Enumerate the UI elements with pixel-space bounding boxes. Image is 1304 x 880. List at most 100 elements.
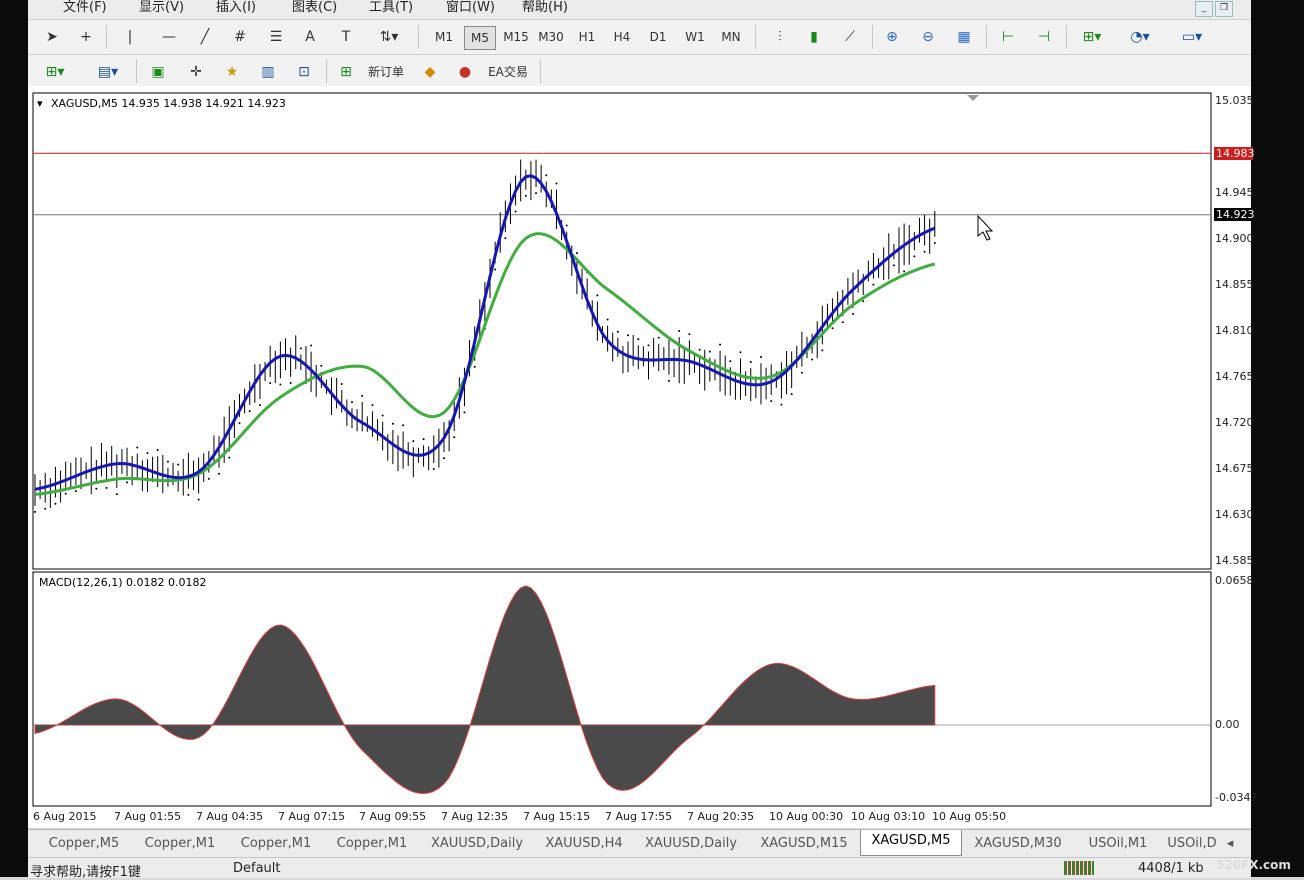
tab-xagusd-m5[interactable]: XAGUSD,M5: [860, 830, 962, 856]
chart-header-arrow-icon[interactable]: ▾: [37, 97, 43, 110]
sar-dot: [749, 360, 752, 363]
x-tick: 7 Aug 07:15: [278, 810, 346, 823]
sar-dot: [218, 472, 221, 475]
sar-dot: [841, 321, 844, 324]
x-tick: 10 Aug 03:10: [851, 810, 926, 823]
sar-dot: [545, 174, 548, 177]
x-tick: 10 Aug 00:30: [769, 810, 844, 823]
x-tick: 7 Aug 12:35: [441, 810, 509, 823]
tab-scroll-left-icon[interactable]: ◂: [1224, 833, 1236, 855]
y-tick: 14.765: [1215, 370, 1254, 383]
sar-dot: [729, 360, 732, 363]
tab-xauusd-h4[interactable]: XAUUSD,H4: [534, 833, 634, 855]
sar-dot: [565, 224, 568, 227]
x-tick: 7 Aug 20:35: [687, 810, 755, 823]
sar-dot: [933, 241, 936, 244]
sar-dot: [187, 493, 190, 496]
sar-dot: [136, 446, 139, 449]
sar-dot: [678, 330, 681, 333]
sar-dot: [156, 448, 159, 451]
sar-dot: [443, 457, 445, 460]
tab-copper-m5[interactable]: Copper,M5: [36, 833, 132, 855]
sar-dot: [44, 507, 47, 510]
sar-dot: [800, 371, 803, 374]
sar-dot: [422, 438, 425, 441]
x-tick: 6 Aug 2015: [33, 810, 97, 823]
sar-dot: [596, 294, 599, 297]
connection-status-icon: [1064, 861, 1094, 875]
sar-dot: [811, 358, 814, 361]
sar-dot: [504, 237, 507, 240]
macd-y-tick: 0.00: [1215, 718, 1240, 731]
tab-usoil-m1[interactable]: USOil,M1: [1074, 833, 1162, 855]
sar-dot: [381, 414, 384, 417]
x-tick: 7 Aug 01:55: [114, 810, 182, 823]
macd-y-tick: 0.0658: [1215, 574, 1254, 587]
sar-dot: [667, 379, 670, 382]
tab-xauusd-daily[interactable]: XAUUSD,Daily: [420, 833, 534, 855]
tab-copper-m1[interactable]: Copper,M1: [132, 833, 228, 855]
sar-dot: [770, 400, 773, 403]
sar-dot: [238, 422, 241, 425]
y-tick: 14.855: [1215, 278, 1254, 291]
sar-dot: [310, 344, 313, 347]
sar-dot: [463, 411, 466, 414]
sar-dot: [494, 268, 497, 271]
price-pane: [32, 92, 1212, 570]
sar-dot: [177, 463, 180, 466]
tab-copper-m1[interactable]: Copper,M1: [324, 833, 420, 855]
sar-dot: [923, 250, 926, 253]
y-tick: 14.720: [1215, 416, 1254, 429]
sar-dot: [892, 264, 895, 267]
sar-dot: [555, 182, 558, 185]
sar-dot: [698, 348, 701, 351]
sar-dot: [361, 394, 364, 397]
sar-dot: [627, 334, 630, 337]
y-tick: 14.675: [1215, 462, 1254, 475]
sar-dot: [258, 404, 261, 407]
sar-dot: [688, 333, 691, 336]
sar-dot: [759, 356, 762, 359]
chart-tab-bar: Copper,M5 Copper,M1 Copper,M1 Copper,M1 …: [28, 829, 1251, 857]
tab-copper-m1[interactable]: Copper,M1: [228, 833, 324, 855]
sar-dot: [852, 313, 854, 316]
sar-dot: [432, 467, 435, 470]
sar-dot: [299, 347, 302, 350]
x-tick: 10 Aug 05:50: [932, 810, 1007, 823]
tab-xagusd-m30[interactable]: XAGUSD,M30: [962, 833, 1074, 855]
status-help: 寻求帮助,请按F1键: [30, 865, 141, 880]
sar-dot: [453, 436, 456, 439]
sar-dot: [402, 424, 405, 427]
sar-dot: [34, 510, 36, 513]
x-tick: 7 Aug 15:15: [523, 810, 591, 823]
sar-dot: [105, 486, 108, 489]
sar-dot: [821, 349, 824, 352]
sar-dot: [708, 350, 711, 353]
sar-dot: [606, 318, 609, 321]
sar-dot: [371, 404, 374, 407]
chart-header: XAGUSD,M5 14.935 14.938 14.921 14.923: [51, 97, 286, 110]
sar-dot: [248, 410, 251, 413]
y-tick: 14.630: [1215, 508, 1254, 521]
sar-dot: [719, 343, 722, 346]
sar-dot: [913, 255, 916, 258]
sar-dot: [637, 338, 640, 341]
tab-xauusd-daily[interactable]: XAUUSD,Daily: [634, 833, 748, 855]
x-tick: 7 Aug 09:55: [359, 810, 427, 823]
status-profile: Default: [233, 861, 281, 876]
sar-dot: [514, 210, 517, 213]
sar-dot: [657, 336, 660, 339]
macd-label: MACD(12,26,1) 0.0182 0.0182: [39, 576, 207, 589]
red-line-price-tag: 14.983: [1214, 147, 1255, 160]
sar-dot: [616, 330, 619, 333]
sar-dot: [95, 487, 98, 490]
sar-dot: [126, 481, 129, 484]
tab-xagusd-m15[interactable]: XAGUSD,M15: [748, 833, 860, 855]
y-tick: 14.900: [1215, 232, 1254, 245]
sar-dot: [862, 300, 865, 303]
watermark: 520FX.com: [1216, 858, 1291, 872]
status-traffic: 4408/1 kb: [1138, 861, 1204, 876]
sar-dot: [535, 192, 538, 195]
sar-dot: [320, 364, 323, 367]
tab-usoil-d[interactable]: USOil,D: [1162, 833, 1222, 855]
